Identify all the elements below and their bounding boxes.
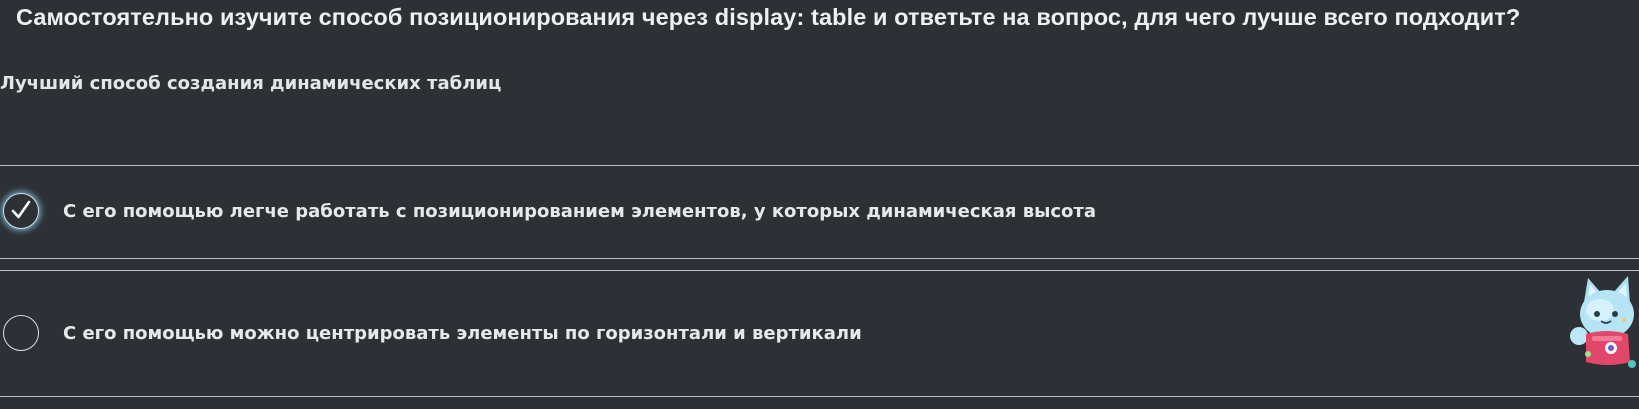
answer-hint: Лучший способ создания динамических табл… — [0, 73, 502, 94]
answer-option-1[interactable]: С его помощью легче работать с позициони… — [0, 165, 1639, 259]
option-1-label: С его помощью легче работать с позициони… — [63, 201, 1097, 222]
question-title: Самостоятельно изучите способ позиционир… — [16, 4, 1521, 30]
option-1-radio[interactable] — [3, 193, 39, 229]
mascot-icon — [1570, 276, 1636, 368]
checkmark-icon — [11, 200, 31, 219]
option-2-label: С его помощью можно центрировать элемент… — [63, 323, 862, 344]
option-2-radio[interactable] — [3, 315, 39, 351]
answer-option-2[interactable]: С его помощью можно центрировать элемент… — [0, 270, 1639, 397]
